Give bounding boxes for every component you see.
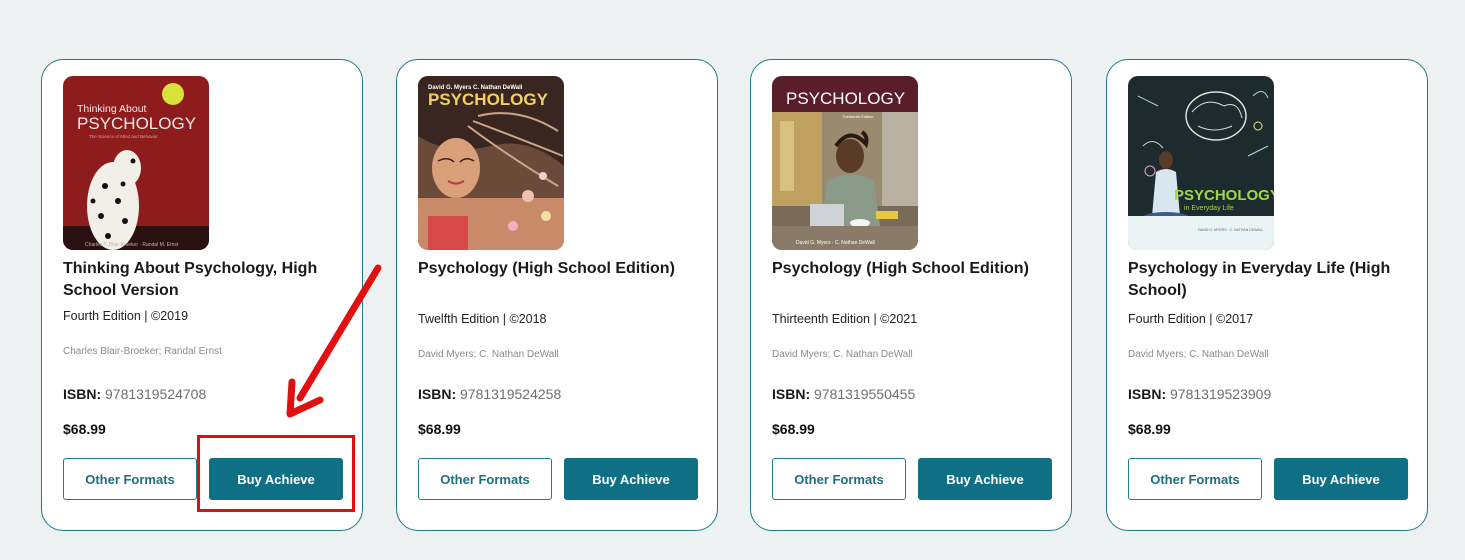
- other-formats-button[interactable]: Other Formats: [772, 458, 906, 500]
- product-edition: Thirteenth Edition | ©2021: [772, 312, 918, 326]
- product-title[interactable]: Psychology (High School Edition): [418, 258, 698, 280]
- product-price: $68.99: [418, 421, 461, 437]
- cover-art: PSYCHOLOGY Thirteenth Edition David G. M…: [772, 76, 918, 250]
- product-edition: Fourth Edition | ©2017: [1128, 312, 1254, 326]
- annotation-highlight-box: [197, 435, 355, 512]
- cover-byline: DAVID G. MYERS · C. NATHAN DEWALL: [1198, 228, 1264, 232]
- book-cover-image[interactable]: Thinking About PSYCHOLOGY The Science of…: [63, 76, 209, 250]
- cover-art: Thinking About PSYCHOLOGY The Science of…: [63, 76, 209, 250]
- book-cover-image[interactable]: David G. Myers C. Nathan DeWall PSYCHOLO…: [418, 76, 564, 250]
- book-cover-image[interactable]: PSYCHOLOGY in Everyday Life DAVID G. MYE…: [1128, 76, 1274, 250]
- cover-line-2: PSYCHOLOGY: [77, 114, 196, 133]
- cover-tagline: Thirteenth Edition: [842, 114, 873, 119]
- cover-line-2: PSYCHOLOGY: [428, 90, 549, 109]
- product-isbn: ISBN: 9781319550455: [772, 386, 915, 402]
- isbn-value: 9781319550455: [814, 386, 916, 402]
- isbn-value: 9781319524258: [460, 386, 562, 402]
- product-title[interactable]: Psychology (High School Edition): [772, 258, 1052, 280]
- product-title[interactable]: Thinking About Psychology, High School V…: [63, 258, 343, 302]
- isbn-value: 9781319523909: [1170, 386, 1272, 402]
- product-card: PSYCHOLOGY in Everyday Life DAVID G. MYE…: [1106, 59, 1428, 531]
- isbn-value: 9781319524708: [105, 386, 207, 402]
- product-authors: Charles Blair-Broeker; Randal Ernst: [63, 346, 222, 357]
- buy-achieve-button[interactable]: Buy Achieve: [918, 458, 1052, 500]
- product-authors: David Myers; C. Nathan DeWall: [1128, 349, 1269, 360]
- product-price: $68.99: [1128, 421, 1171, 437]
- book-cover-image[interactable]: PSYCHOLOGY Thirteenth Edition David G. M…: [772, 76, 918, 250]
- product-edition: Twelfth Edition | ©2018: [418, 312, 547, 326]
- cover-line-1: PSYCHOLOGY: [1174, 187, 1274, 204]
- cover-byline: David G. Myers · C. Nathan DeWall: [796, 240, 875, 246]
- product-isbn: ISBN: 9781319524258: [418, 386, 561, 402]
- cover-art: David G. Myers C. Nathan DeWall PSYCHOLO…: [418, 76, 564, 250]
- product-edition: Fourth Edition | ©2019: [63, 309, 189, 323]
- isbn-label: ISBN:: [1128, 386, 1167, 402]
- product-price: $68.99: [63, 421, 106, 437]
- other-formats-button[interactable]: Other Formats: [63, 458, 197, 500]
- isbn-label: ISBN:: [63, 386, 102, 402]
- product-authors: David Myers; C. Nathan DeWall: [772, 349, 913, 360]
- product-authors: David Myers; C. Nathan DeWall: [418, 349, 559, 360]
- other-formats-button[interactable]: Other Formats: [418, 458, 552, 500]
- cover-line-2: in Everyday Life: [1184, 205, 1234, 212]
- product-isbn: ISBN: 9781319524708: [63, 386, 206, 402]
- cover-line-1: PSYCHOLOGY: [786, 89, 905, 108]
- product-card: PSYCHOLOGY Thirteenth Edition David G. M…: [750, 59, 1072, 531]
- product-price: $68.99: [772, 421, 815, 437]
- product-isbn: ISBN: 9781319523909: [1128, 386, 1271, 402]
- other-formats-button[interactable]: Other Formats: [1128, 458, 1262, 500]
- buy-achieve-button[interactable]: Buy Achieve: [564, 458, 698, 500]
- product-title[interactable]: Psychology in Everyday Life (High School…: [1128, 258, 1408, 302]
- isbn-label: ISBN:: [772, 386, 811, 402]
- cover-tagline: The Science of Mind and Behavior: [89, 134, 158, 139]
- product-card: David G. Myers C. Nathan DeWall PSYCHOLO…: [396, 59, 718, 531]
- isbn-label: ISBN:: [418, 386, 457, 402]
- cover-byline: Charles T. Blair-Broeker · Randal M. Ern…: [85, 242, 179, 248]
- buy-achieve-button[interactable]: Buy Achieve: [1274, 458, 1408, 500]
- cover-art: PSYCHOLOGY in Everyday Life DAVID G. MYE…: [1128, 76, 1274, 250]
